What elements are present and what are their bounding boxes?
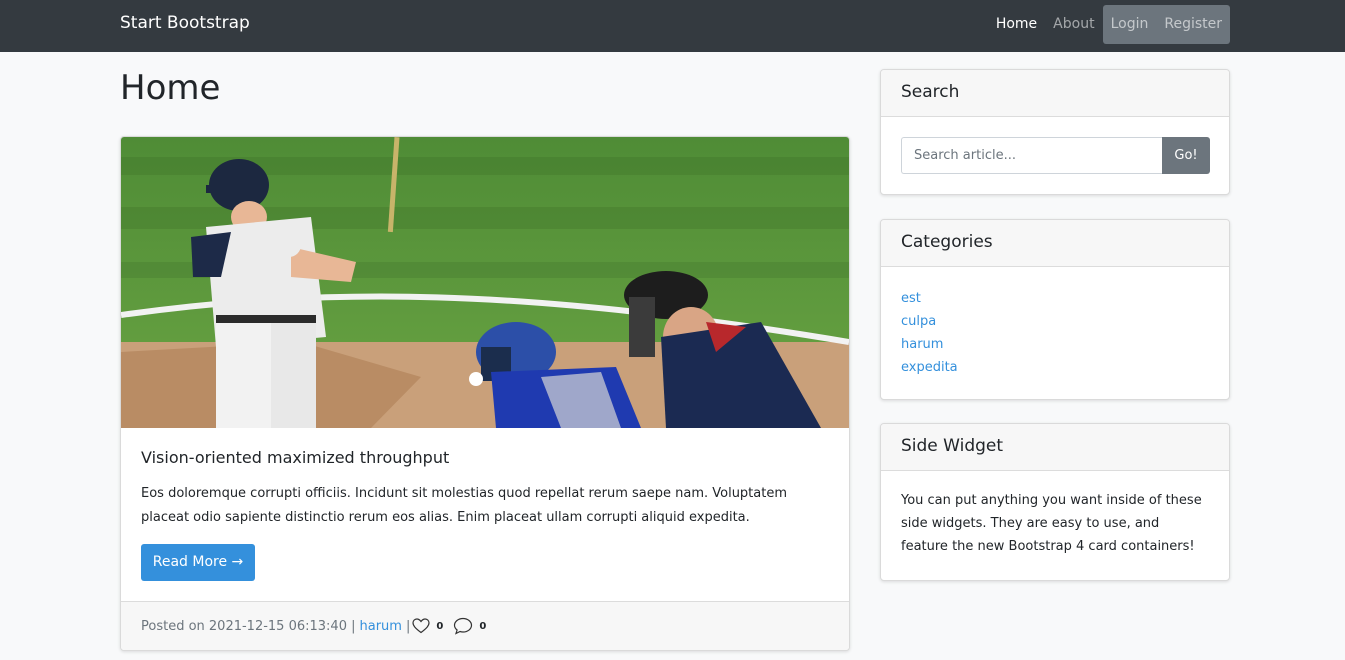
nav-login-link[interactable]: Login: [1103, 5, 1157, 44]
search-go-button[interactable]: Go!: [1162, 137, 1210, 174]
search-input[interactable]: [901, 137, 1162, 174]
post-title[interactable]: Vision-oriented maximized throughput: [141, 448, 449, 467]
post-excerpt: Eos doloremque corrupti officiis. Incidu…: [141, 486, 788, 525]
page-title: Home: [120, 68, 221, 108]
search-card: Search Go!: [880, 69, 1230, 195]
post-card: Vision-oriented maximized throughput Eos…: [120, 136, 850, 651]
navbar: Start Bootstrap Home About Login Registe…: [0, 0, 1345, 52]
category-link[interactable]: expedita: [901, 360, 958, 375]
search-card-title: Search: [881, 70, 1229, 117]
categories-list: est culpa harum expedita: [881, 267, 1229, 381]
list-item: culpa: [901, 312, 1209, 335]
categories-card: Categories est culpa harum expedita: [880, 219, 1230, 400]
author-link[interactable]: harum: [360, 619, 402, 634]
nav-about-link[interactable]: About: [1045, 5, 1102, 44]
nav-register-link[interactable]: Register: [1156, 5, 1230, 44]
footer-separator: |: [405, 618, 411, 634]
categories-card-title: Categories: [881, 220, 1229, 267]
post-image[interactable]: [121, 137, 849, 428]
nav-menu: Home About Login Register: [988, 5, 1230, 44]
likes-count: 0: [436, 620, 444, 632]
side-widget-card: Side Widget You can put anything you wan…: [880, 423, 1230, 581]
search-form: Go!: [901, 137, 1210, 174]
side-widget-title: Side Widget: [881, 424, 1229, 471]
category-link[interactable]: est: [901, 291, 921, 306]
comments-count: 0: [479, 620, 487, 632]
posted-on-text: Posted on 2021-12-15 06:13:40 |: [141, 618, 356, 634]
post-footer: Posted on 2021-12-15 06:13:40 | harum | …: [121, 601, 849, 650]
nav-home-link[interactable]: Home: [988, 5, 1045, 44]
list-item: harum: [901, 335, 1209, 358]
read-more-button[interactable]: Read More →: [141, 544, 255, 581]
list-item: expedita: [901, 358, 1209, 381]
brand-link[interactable]: Start Bootstrap: [120, 13, 250, 33]
auth-links: Login Register: [1102, 5, 1230, 44]
list-item: est: [901, 289, 1209, 312]
comment-icon[interactable]: [453, 617, 473, 635]
heart-icon[interactable]: [412, 618, 430, 634]
category-link[interactable]: harum: [901, 337, 943, 352]
category-link[interactable]: culpa: [901, 314, 936, 329]
side-widget-text: You can put anything you want inside of …: [901, 493, 1202, 554]
